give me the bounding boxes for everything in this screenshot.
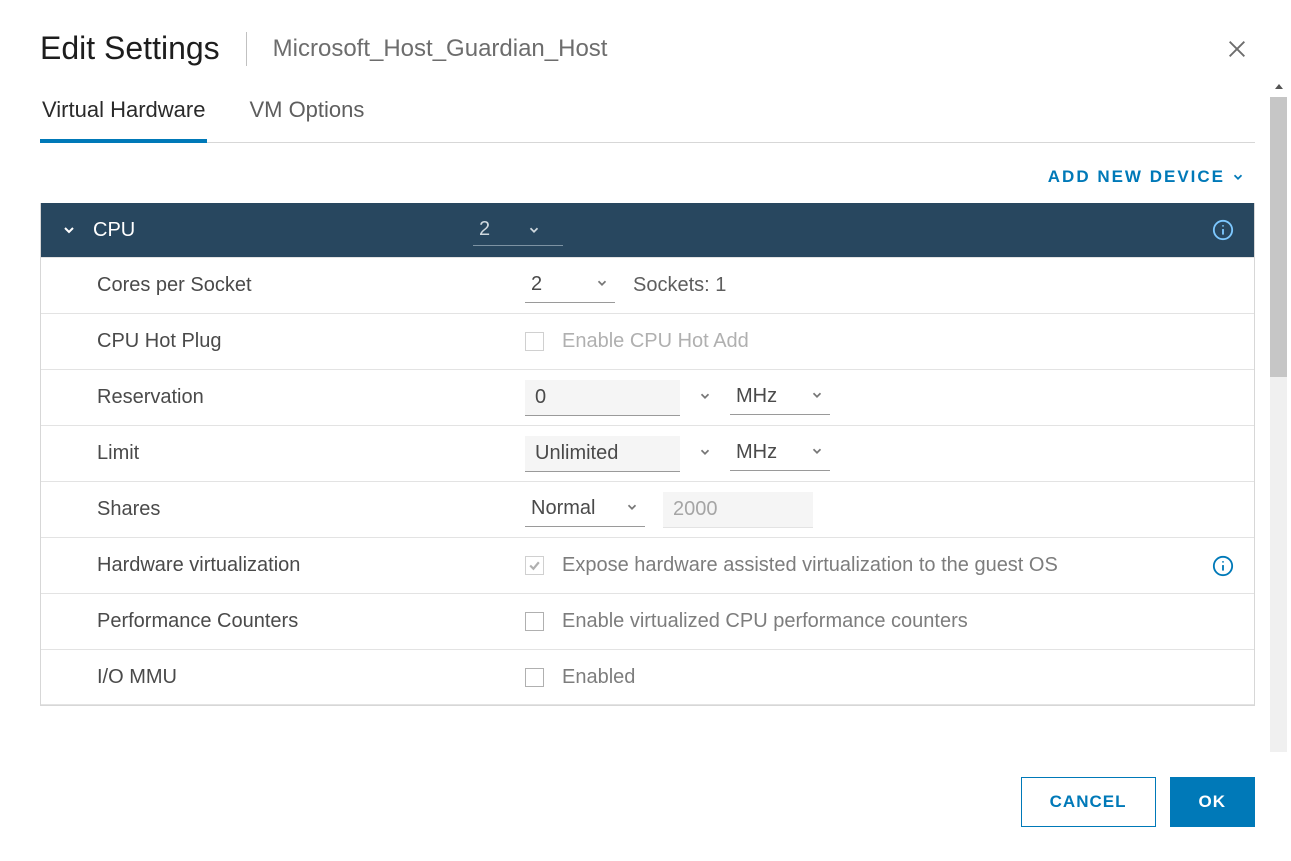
vertical-scrollbar[interactable] (1265, 77, 1291, 861)
chevron-down-icon (810, 385, 824, 408)
io-mmu-label: I/O MMU (97, 666, 525, 689)
row-cpu-hot-plug: CPU Hot Plug Enable CPU Hot Add (41, 313, 1254, 369)
chevron-down-icon (1231, 170, 1245, 184)
limit-unit-select[interactable]: MHz (730, 437, 830, 471)
shares-level-select[interactable]: Normal (525, 493, 645, 527)
cpu-count-select[interactable]: 2 (473, 214, 563, 246)
dialog-title: Edit Settings (40, 30, 220, 67)
chevron-down-icon (625, 497, 639, 520)
chevron-down-icon[interactable] (698, 386, 712, 409)
cores-per-socket-select[interactable]: 2 (525, 269, 615, 303)
hw-virt-cb-label: Expose hardware assisted virtualization … (562, 554, 1058, 577)
reservation-input[interactable]: 0 (525, 380, 680, 416)
perf-counters-cb-label: Enable virtualized CPU performance count… (562, 610, 968, 633)
hw-virt-label: Hardware virtualization (97, 554, 525, 577)
cores-per-socket-label: Cores per Socket (97, 274, 525, 297)
row-reservation: Reservation 0 MHz (41, 369, 1254, 425)
io-mmu-cb-label: Enabled (562, 666, 635, 689)
dialog-footer: CANCEL OK (0, 752, 1291, 861)
info-icon[interactable] (1212, 555, 1234, 577)
reservation-unit: MHz (736, 385, 777, 408)
chevron-down-icon (595, 273, 609, 296)
sockets-text: Sockets: 1 (633, 274, 726, 297)
io-mmu-checkbox[interactable] (525, 668, 544, 687)
cpu-hot-plug-checkbox (525, 332, 544, 351)
chevron-down-icon[interactable] (698, 442, 712, 465)
perf-counters-label: Performance Counters (97, 610, 525, 633)
add-new-device-button[interactable]: ADD NEW DEVICE (1048, 167, 1245, 187)
cores-per-socket-value: 2 (531, 273, 542, 296)
edit-settings-dialog: Edit Settings Microsoft_Host_Guardian_Ho… (0, 0, 1291, 861)
shares-level: Normal (531, 497, 595, 520)
reservation-label: Reservation (97, 386, 525, 409)
tab-virtual-hardware[interactable]: Virtual Hardware (40, 87, 207, 143)
shares-value-input: 2000 (663, 492, 813, 528)
shares-label: Shares (97, 498, 525, 521)
divider (246, 32, 247, 66)
row-cores-per-socket: Cores per Socket 2 Sockets: 1 (41, 257, 1254, 313)
info-icon[interactable] (1212, 219, 1234, 241)
chevron-down-icon (527, 223, 541, 237)
reservation-unit-select[interactable]: MHz (730, 381, 830, 415)
cpu-hot-plug-cb-label: Enable CPU Hot Add (562, 330, 749, 353)
hw-virt-checkbox (525, 556, 544, 575)
perf-counters-checkbox[interactable] (525, 612, 544, 631)
limit-unit: MHz (736, 441, 777, 464)
ok-button[interactable]: OK (1170, 777, 1256, 827)
chevron-down-icon (61, 222, 77, 238)
scrollbar-track[interactable] (1270, 97, 1287, 841)
row-shares: Shares Normal 2000 (41, 481, 1254, 537)
cpu-section-header[interactable]: CPU 2 (41, 203, 1254, 257)
tabs: Virtual Hardware VM Options (40, 77, 1255, 143)
dialog-subtitle: Microsoft_Host_Guardian_Host (273, 35, 608, 63)
row-io-mmu: I/O MMU Enabled (41, 649, 1254, 705)
limit-input[interactable]: Unlimited (525, 436, 680, 472)
close-icon[interactable] (1223, 35, 1251, 63)
cpu-count-value: 2 (479, 218, 490, 241)
cpu-section: CPU 2 Cores per Socket (40, 203, 1255, 706)
row-limit: Limit Unlimited MHz (41, 425, 1254, 481)
chevron-down-icon (810, 441, 824, 464)
scroll-up-arrow-icon[interactable] (1270, 77, 1287, 97)
limit-label: Limit (97, 442, 525, 465)
dialog-header: Edit Settings Microsoft_Host_Guardian_Ho… (0, 0, 1291, 77)
cpu-hot-plug-label: CPU Hot Plug (97, 330, 525, 353)
row-performance-counters: Performance Counters Enable virtualized … (41, 593, 1254, 649)
cancel-button[interactable]: CANCEL (1021, 777, 1156, 827)
tab-vm-options[interactable]: VM Options (247, 87, 366, 143)
cpu-section-title: CPU (93, 219, 473, 242)
scrollbar-thumb[interactable] (1270, 97, 1287, 377)
add-new-device-label: ADD NEW DEVICE (1048, 167, 1225, 187)
row-hardware-virtualization: Hardware virtualization Expose hardware … (41, 537, 1254, 593)
